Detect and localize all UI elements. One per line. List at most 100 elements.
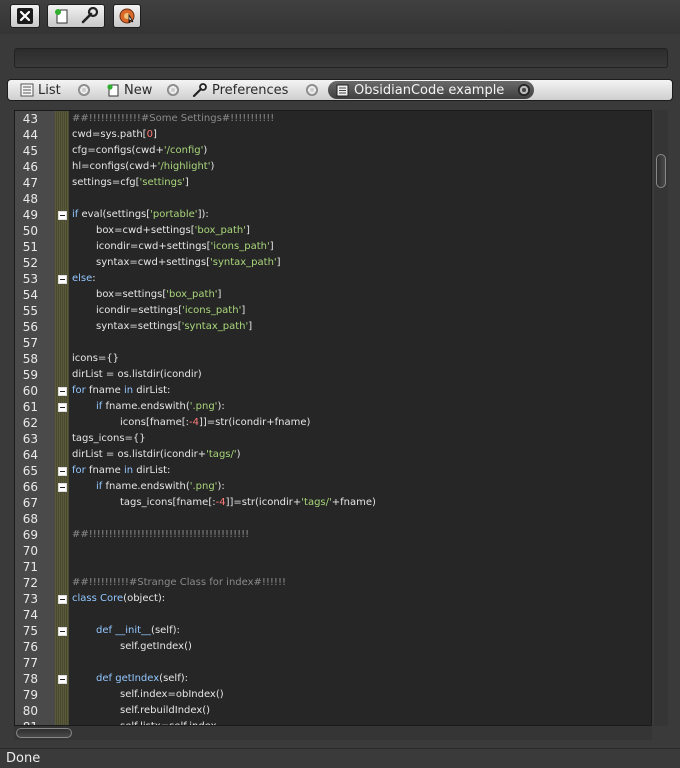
code-line[interactable]: 63 tags_icons={}	[15, 431, 651, 447]
line-number: 67	[22, 496, 38, 510]
code-line[interactable]: 53 else:	[15, 271, 651, 287]
tab-close-button[interactable]	[518, 84, 530, 96]
code-line[interactable]: 43 ##!!!!!!!!!!!!!#Some Settings#!!!!!!!!…	[15, 111, 651, 127]
tab-close-button[interactable]	[167, 84, 179, 96]
code-line[interactable]: 66 if fname.endswith('.png'):	[15, 479, 651, 495]
line-number: 48	[22, 192, 38, 206]
code-text: tags_icons[fname[:-4]]=str(icondir+'tags…	[120, 497, 376, 508]
line-number: 43	[22, 112, 38, 126]
line-number: 76	[22, 640, 38, 654]
tab-label: Preferences	[212, 82, 289, 98]
code-line[interactable]: 69 ##!!!!!!!!!!!!!!!!!!!!!!!!!!!!!!!!!!!!…	[15, 527, 651, 543]
address-bar[interactable]	[14, 48, 668, 68]
line-number: 45	[22, 144, 38, 158]
line-number: 77	[22, 656, 38, 670]
code-line[interactable]: 77	[15, 655, 651, 671]
code-line[interactable]: 64 dirList = os.listdir(icondir+'tags/')	[15, 447, 651, 463]
code-text: def __init__(self):	[96, 625, 180, 636]
code-line[interactable]: 52 syntax=cwd+settings['syntax_path']	[15, 255, 651, 271]
fold-toggle[interactable]	[58, 627, 67, 636]
code-line[interactable]: 80 self.rebuildIndex()	[15, 703, 651, 719]
tab-close-button[interactable]	[306, 84, 318, 96]
line-number: 69	[22, 528, 38, 542]
code-text: def getIndex(self):	[96, 673, 189, 684]
code-text: dirList = os.listdir(icondir)	[72, 369, 202, 380]
fold-toggle[interactable]	[58, 403, 67, 412]
line-number: 44	[22, 128, 38, 142]
code-line[interactable]: 75 def __init__(self):	[15, 623, 651, 639]
fold-toggle[interactable]	[58, 467, 67, 476]
code-text: box=cwd+settings['box_path']	[96, 225, 250, 236]
code-line[interactable]: 51 icondir=cwd+settings['icons_path']	[15, 239, 651, 255]
code-line[interactable]: 54 box=settings['box_path']	[15, 287, 651, 303]
code-line[interactable]: 61 if fname.endswith('.png'):	[15, 399, 651, 415]
new-document-icon	[54, 9, 67, 24]
code-text: if fname.endswith('.png'):	[96, 481, 225, 492]
fold-toggle[interactable]	[58, 675, 67, 684]
new-document-icon	[107, 84, 119, 97]
vertical-scroll-thumb[interactable]	[656, 154, 666, 188]
code-text: for fname in dirList:	[72, 385, 171, 396]
code-line[interactable]: 67 tags_icons[fname[:-4]]=str(icondir+'ta…	[15, 495, 651, 511]
line-number: 59	[22, 368, 38, 382]
code-line[interactable]: 73 class Core(object):	[15, 591, 651, 607]
code-line[interactable]: 57	[15, 335, 651, 351]
code-text: icondir=cwd+settings['icons_path']	[96, 241, 274, 252]
fold-toggle[interactable]	[58, 483, 67, 492]
code-text: syntax=settings['syntax_path']	[96, 321, 253, 332]
code-line[interactable]: 74	[15, 607, 651, 623]
code-line[interactable]: 48	[15, 191, 651, 207]
code-editor[interactable]: 43 ##!!!!!!!!!!!!!#Some Settings#!!!!!!!!…	[14, 110, 652, 726]
fold-toggle[interactable]	[58, 387, 67, 396]
tab-obsidiancode-example[interactable]: ObsidianCode example	[328, 81, 534, 99]
browser-icon	[119, 8, 135, 24]
code-line[interactable]: 60 for fname in dirList:	[15, 383, 651, 399]
code-text: cwd=sys.path[0]	[72, 129, 157, 140]
browser-button[interactable]	[113, 4, 141, 28]
code-text: icondir=settings['icons_path']	[96, 305, 246, 316]
tab-new[interactable]: New	[106, 81, 152, 99]
line-number: 53	[22, 272, 38, 286]
code-text: box=settings['box_path']	[96, 289, 222, 300]
tab-label: New	[124, 82, 153, 98]
code-line[interactable]: 79 self.index=obIndex()	[15, 687, 651, 703]
horizontal-scrollbar[interactable]	[14, 726, 652, 740]
code-line[interactable]: 56 syntax=settings['syntax_path']	[15, 319, 651, 335]
tab-preferences[interactable]: Preferences	[192, 81, 288, 99]
code-line[interactable]: 81self.listx=self.index	[15, 719, 651, 725]
line-number: 64	[22, 448, 38, 462]
line-number: 75	[22, 624, 38, 638]
code-line[interactable]: 47 settings=cfg['settings']	[15, 175, 651, 191]
new-preferences-button[interactable]	[47, 4, 105, 28]
tab-list[interactable]: List	[20, 81, 61, 99]
code-line[interactable]: 71	[15, 559, 651, 575]
code-line[interactable]: 62 icons[fname[:-4]]=str(icondir+fname)	[15, 415, 651, 431]
status-text: Done	[6, 751, 41, 766]
code-line[interactable]: 49 if eval(settings['portable']):	[15, 207, 651, 223]
code-line[interactable]: 59 dirList = os.listdir(icondir)	[15, 367, 651, 383]
fold-toggle[interactable]	[58, 595, 67, 604]
code-line[interactable]: 45 cfg=configs(cwd+'/config')	[15, 143, 651, 159]
fold-toggle[interactable]	[58, 211, 67, 220]
code-line[interactable]: 44 cwd=sys.path[0]	[15, 127, 651, 143]
code-line[interactable]: 68	[15, 511, 651, 527]
code-line[interactable]: 46 hl=configs(cwd+'/highlight')	[15, 159, 651, 175]
code-text: self.rebuildIndex()	[120, 705, 211, 716]
line-number: 49	[22, 208, 38, 222]
line-number: 63	[22, 432, 38, 446]
tab-close-button[interactable]	[78, 84, 90, 96]
fold-toggle[interactable]	[58, 275, 67, 284]
code-line[interactable]: 76 self.getIndex()	[15, 639, 651, 655]
code-line[interactable]: 78 def getIndex(self):	[15, 671, 651, 687]
vertical-scrollbar[interactable]	[654, 110, 668, 726]
code-line[interactable]: 70	[15, 543, 651, 559]
horizontal-scroll-thumb[interactable]	[16, 728, 72, 738]
code-line[interactable]: 65 for fname in dirList:	[15, 463, 651, 479]
code-line[interactable]: 55 icondir=settings['icons_path']	[15, 303, 651, 319]
code-line[interactable]: 50 box=cwd+settings['box_path']	[15, 223, 651, 239]
close-button[interactable]	[10, 4, 40, 28]
line-number: 62	[22, 416, 38, 430]
line-number: 46	[22, 160, 38, 174]
code-line[interactable]: 58 icons={}	[15, 351, 651, 367]
code-line[interactable]: 72 ##!!!!!!!!!!#Strange Class for index#!…	[15, 575, 651, 591]
